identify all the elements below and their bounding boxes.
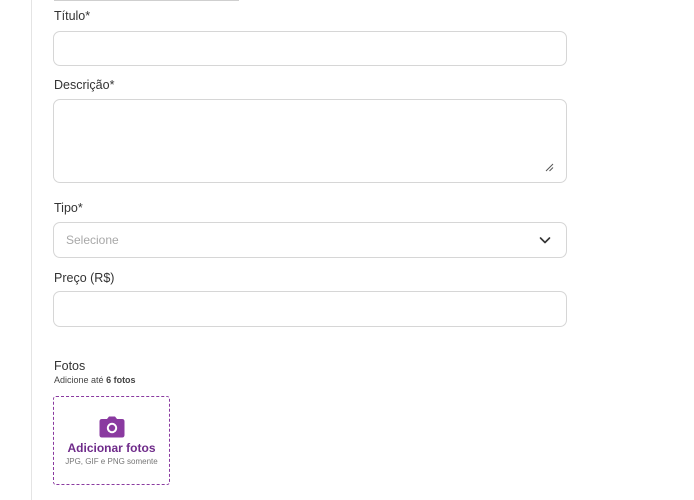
description-textarea[interactable] — [53, 99, 567, 183]
type-label: Tipo* — [54, 201, 83, 215]
title-input[interactable] — [53, 31, 567, 66]
type-select-placeholder: Selecione — [66, 233, 119, 247]
photos-hint-prefix: Adicione até — [54, 375, 104, 385]
type-select[interactable]: Selecione — [53, 222, 567, 258]
camera-icon — [99, 416, 125, 438]
top-divider — [54, 0, 239, 1]
photos-hint-count: 6 fotos — [106, 375, 136, 385]
title-label: Título* — [54, 9, 91, 23]
chevron-down-icon — [539, 237, 551, 244]
page-left-border — [31, 0, 32, 500]
photos-title: Fotos — [54, 359, 86, 373]
price-label: Preço (R$) — [54, 271, 115, 285]
photos-hint: Adicione até 6 fotos — [54, 374, 136, 386]
allowed-formats-label: JPG, GIF e PNG somente — [65, 457, 158, 466]
resize-grip-icon[interactable] — [545, 163, 554, 172]
description-label: Descrição* — [54, 78, 115, 92]
add-photos-label: Adicionar fotos — [67, 441, 156, 455]
add-photos-button[interactable]: Adicionar fotos JPG, GIF e PNG somente — [53, 396, 170, 485]
price-input[interactable] — [53, 291, 567, 327]
